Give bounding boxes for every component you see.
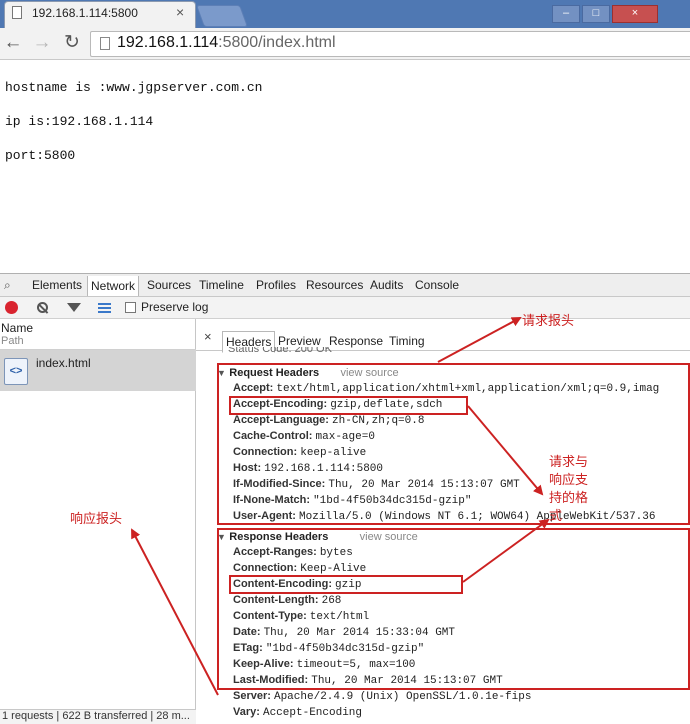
- format-note-line: 响应支: [549, 473, 589, 488]
- format-note: 请求与 响应支 持的格 式: [549, 454, 588, 526]
- arrow-from-accept-encoding: [467, 405, 544, 496]
- arrow-to-request-note: [437, 317, 522, 363]
- format-note-line: 请求与: [549, 455, 589, 470]
- response-headers-note: 响应报头: [70, 512, 123, 527]
- arrow-to-response-headers: [131, 528, 219, 696]
- format-note-line: 持的格: [549, 491, 589, 506]
- annotation-arrows: [131, 317, 550, 696]
- format-note-line: 式: [549, 509, 563, 524]
- arrow-from-content-encoding: [462, 518, 550, 583]
- request-headers-note: 请求报头: [522, 314, 575, 329]
